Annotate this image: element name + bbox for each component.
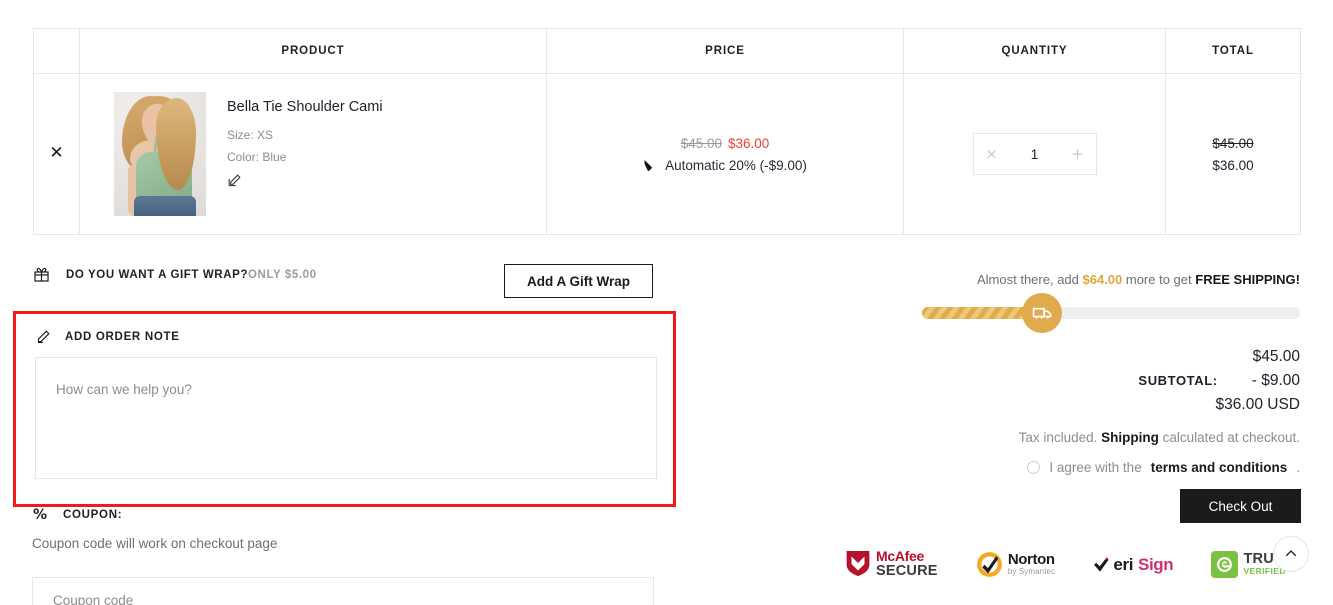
product-variant-size: Size: XS: [227, 128, 274, 142]
price-line: $45.00 $36.00: [547, 136, 903, 151]
shipping-message-prefix: Almost there, add: [977, 272, 1083, 287]
close-x-icon[interactable]: ✕: [49, 145, 63, 162]
norton-line2: by Symantec: [1007, 566, 1056, 576]
quantity-stepper: × +: [972, 133, 1097, 175]
free-shipping-message: Almost there, add $64.00 more to get FRE…: [977, 272, 1300, 287]
order-note-header: ADD ORDER NOTE: [36, 329, 180, 344]
total-final-amount: $36.00 USD: [1215, 396, 1300, 413]
gift-wrap-price: ONLY $5.00: [248, 268, 317, 281]
column-header-quantity: QUANTITY: [903, 28, 1166, 74]
shield-icon: [846, 551, 870, 577]
tax-note-suffix: calculated at checkout.: [1158, 430, 1300, 445]
order-note-label: ADD ORDER NOTE: [65, 330, 180, 343]
norton-badge: Norton by Symantec: [976, 551, 1055, 578]
column-header-total: TOTAL: [1165, 28, 1301, 74]
scroll-to-top-button[interactable]: [1273, 536, 1309, 572]
verisign-line1: eri: [1113, 555, 1134, 574]
mcafee-line1: McAfee: [876, 548, 924, 565]
quantity-cell: × +: [903, 73, 1166, 235]
coupon-code-input[interactable]: [32, 577, 654, 605]
price-tag-icon: [644, 159, 652, 171]
coupon-header: % COUPON:: [33, 508, 122, 522]
total-original-amount: $45.00: [1252, 348, 1300, 365]
product-thumbnail[interactable]: [114, 92, 206, 216]
norton-line1: Norton: [1007, 550, 1055, 568]
edit-pencil-square-icon[interactable]: [227, 173, 242, 188]
agreement-text-suffix: .: [1296, 460, 1300, 475]
percent-icon: %: [33, 507, 48, 523]
quantity-input[interactable]: [1012, 145, 1057, 163]
totals-row-subtotal: SUBTOTAL: - $9.00: [980, 372, 1300, 390]
subtotal-label: SUBTOTAL:: [1138, 373, 1218, 388]
agreement-text-prefix: I agree with the: [1049, 460, 1142, 475]
truck-icon: [1032, 307, 1051, 319]
remove-item-cell: ✕: [33, 73, 80, 235]
price-original: $45.00: [680, 135, 722, 151]
cart-table: PRODUCT PRICE QUANTITY TOTAL ✕ Bella Tie…: [33, 28, 1301, 235]
terms-agreement-checkbox[interactable]: [1027, 461, 1041, 474]
discount-line: Automatic 20% (-$9.00): [547, 158, 903, 173]
price-cell: $45.00 $36.00 Automatic 20% (-$9.00): [546, 73, 904, 235]
norton-text: Norton by Symantec: [1008, 552, 1055, 576]
shipping-message-middle: more to get: [1122, 272, 1196, 287]
free-shipping-progress-bar: [922, 307, 1300, 319]
model-jeans: [134, 196, 196, 216]
verisign-line2: Sign: [1138, 555, 1174, 574]
coupon-label: COUPON:: [63, 509, 123, 521]
column-header-remove: [33, 28, 80, 74]
gift-wrap-question: DO YOU WANT A GIFT WRAP?: [66, 268, 248, 281]
gift-icon: [34, 267, 49, 282]
mcafee-line2: SECURE: [876, 562, 938, 579]
gift-wrap-text: DO YOU WANT A GIFT WRAP?ONLY $5.00: [66, 269, 317, 281]
totals-row-final: $36.00 USD: [980, 396, 1300, 414]
trust-badges: McAfee SECURE Norton by Symantec eri Sign: [845, 543, 1300, 585]
price-discounted: $36.00: [728, 135, 770, 151]
pencil-icon: [37, 330, 50, 343]
column-header-product: PRODUCT: [79, 28, 547, 74]
discount-text: Automatic 20% (-$9.00): [665, 157, 807, 173]
checkmark-icon: [1094, 557, 1109, 572]
quantity-decrease-button[interactable]: ×: [974, 146, 1010, 162]
subtotal-discount-amount: - $9.00: [1251, 372, 1300, 389]
total-original: $45.00: [1212, 135, 1254, 151]
checkmark-circle-icon: [976, 551, 1002, 577]
coupon-help-text: Coupon code will work on checkout page: [32, 536, 278, 551]
product-title[interactable]: Bella Tie Shoulder Cami: [227, 99, 383, 115]
cart-table-header-row: PRODUCT PRICE QUANTITY TOTAL: [33, 28, 1301, 74]
total-final: $36.00: [1212, 157, 1254, 173]
product-variant-color: Color: Blue: [227, 150, 287, 164]
add-gift-wrap-button[interactable]: Add A Gift Wrap: [504, 264, 653, 298]
total-cell: $45.00 $36.00: [1165, 73, 1301, 235]
shipping-remaining-amount: $64.00: [1082, 272, 1123, 287]
product-cell: Bella Tie Shoulder Cami Size: XS Color: …: [79, 73, 547, 235]
chevron-up-icon: [1285, 550, 1297, 557]
mcafee-text: McAfee SECURE: [876, 549, 938, 578]
totals-row-original: $45.00: [980, 348, 1300, 366]
tax-note-prefix: Tax included.: [1018, 430, 1102, 445]
truste-e-icon: [1217, 556, 1233, 572]
verisign-badge: eri Sign: [1093, 553, 1174, 575]
cart-page: PRODUCT PRICE QUANTITY TOTAL ✕ Bella Tie…: [0, 0, 1333, 605]
shipping-truck-badge: [1022, 293, 1062, 333]
order-note-textarea[interactable]: [35, 357, 657, 479]
tax-shipping-note: Tax included. Shipping calculated at che…: [1019, 430, 1300, 445]
order-totals: $45.00 SUBTOTAL: - $9.00 $36.00 USD: [980, 348, 1300, 420]
shipping-link[interactable]: Shipping: [1101, 430, 1159, 445]
check-out-button[interactable]: Check Out: [1180, 489, 1301, 523]
truste-icon-square: [1211, 550, 1239, 578]
table-row: ✕ Bella Tie Shoulder Cami Size: XS Color…: [33, 73, 1301, 235]
column-header-price: PRICE: [546, 28, 904, 74]
terms-agreement-row: I agree with the terms and conditions.: [1027, 460, 1300, 475]
add-order-note-section: ADD ORDER NOTE: [13, 311, 676, 507]
terms-and-conditions-link[interactable]: terms and conditions: [1151, 460, 1288, 475]
free-shipping-label: FREE SHIPPING!: [1195, 272, 1300, 287]
quantity-increase-button[interactable]: +: [1060, 146, 1096, 162]
mcafee-secure-badge: McAfee SECURE: [845, 549, 938, 578]
gift-wrap-row: DO YOU WANT A GIFT WRAP?ONLY $5.00: [33, 266, 317, 283]
